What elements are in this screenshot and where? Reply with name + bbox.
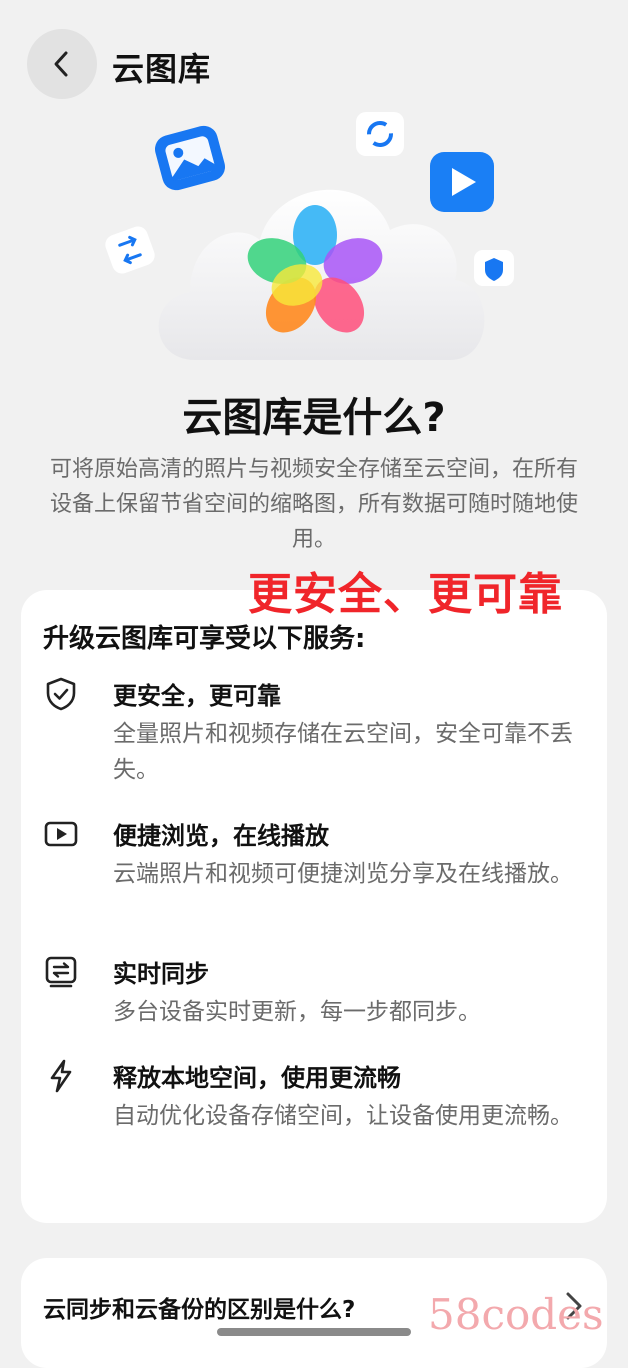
chevron-left-icon — [54, 51, 68, 77]
service-description: 自动优化设备存储空间，让设备使用更流畅。 — [113, 1103, 573, 1129]
watermark-text: 58codes — [428, 1290, 604, 1339]
page-title: 云图库 — [112, 50, 212, 88]
home-indicator[interactable] — [217, 1328, 411, 1336]
service-description: 云端照片和视频可便捷浏览分享及在线播放。 — [113, 861, 573, 887]
service-title: 释放本地空间，使用更流畅 — [113, 1064, 401, 1092]
services-heading: 升级云图库可享受以下服务: — [43, 624, 366, 654]
lightning-icon — [50, 1059, 72, 1093]
services-card: 升级云图库可享受以下服务: 更安全，更可靠 全量照片和视频存储在云空间，安全可靠… — [21, 590, 607, 1223]
shield-badge-icon — [474, 250, 514, 286]
refresh-icon — [356, 112, 404, 156]
service-title: 更安全，更可靠 — [113, 682, 281, 710]
transfer-icon — [105, 226, 155, 274]
service-title: 便捷浏览，在线播放 — [113, 822, 329, 850]
hero-illustration — [100, 110, 530, 380]
faq-question: 云同步和云备份的区别是什么? — [43, 1297, 356, 1323]
hero-title: 云图库是什么? — [182, 395, 446, 441]
service-description: 全量照片和视频存储在云空间，安全可靠不丢失。 — [113, 721, 573, 783]
image-icon — [154, 125, 226, 191]
annotation-text: 更安全、更可靠 — [248, 569, 563, 620]
shield-icon — [46, 677, 76, 711]
hero-description: 可将原始高清的照片与视频安全存储至云空间，在所有设备上保留节省空间的缩略图，所有… — [49, 457, 578, 552]
video-play-icon — [430, 152, 494, 212]
service-description: 多台设备实时更新，每一步都同步。 — [113, 999, 481, 1025]
service-title: 实时同步 — [113, 960, 209, 988]
back-button[interactable] — [27, 29, 97, 99]
play-icon — [44, 821, 78, 847]
sync-icon — [45, 956, 77, 988]
